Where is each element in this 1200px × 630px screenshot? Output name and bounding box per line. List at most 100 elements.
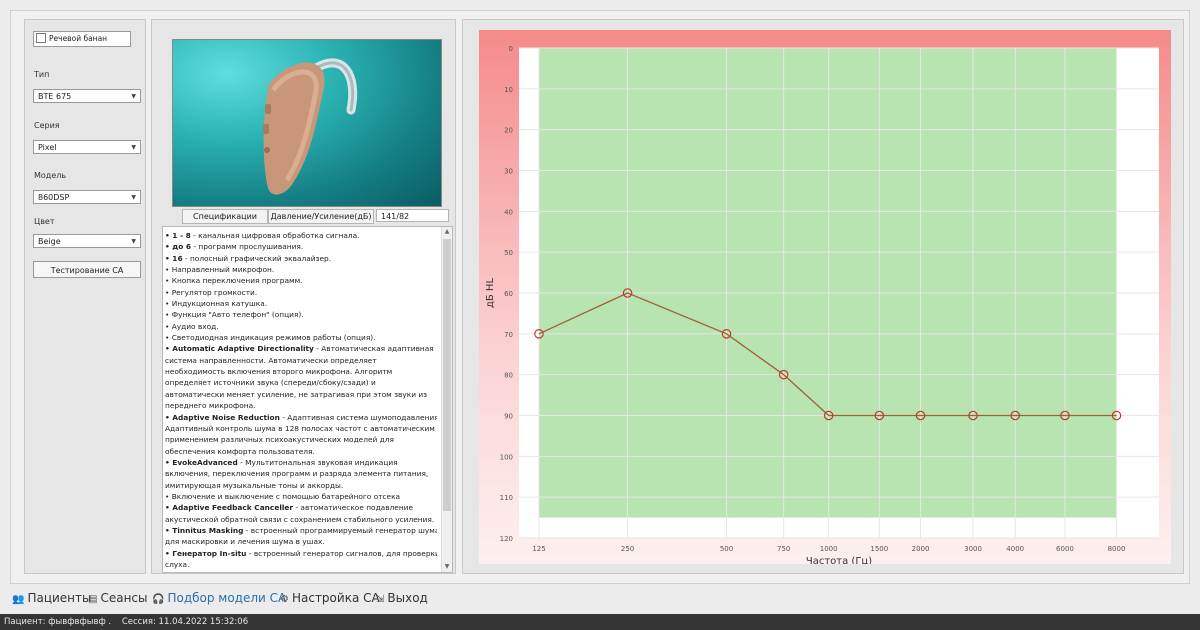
spec-line: • Функция "Авто телефон" (опция). bbox=[165, 309, 437, 320]
y-tick-label: 50 bbox=[504, 249, 513, 257]
spec-feature-name: • 16 bbox=[165, 253, 183, 263]
scroll-up-icon[interactable]: ▲ bbox=[443, 228, 451, 236]
spec-text: необходимость включения второго микрофон… bbox=[165, 367, 393, 377]
checkbox-box-icon[interactable] bbox=[36, 33, 46, 43]
spec-text: - Автоматическая адаптивная bbox=[313, 344, 434, 354]
scroll-down-icon[interactable]: ▼ bbox=[443, 563, 451, 571]
main-window: Речевой банан Тип BTE 675 ▼ Серия Pixel ▼ … bbox=[10, 10, 1190, 584]
spec-text: • Функция "Авто телефон" (опция). bbox=[165, 310, 304, 320]
test-hearing-aid-button[interactable]: Тестирование СА bbox=[33, 261, 141, 278]
spec-text: имитирующая музыкальные тоны и аккорды. bbox=[165, 480, 344, 490]
spec-feature-name: • Adaptive Noise Reduction bbox=[165, 412, 280, 422]
spec-line: определяет источники звука (спереди/сбок… bbox=[165, 377, 437, 388]
spec-text: - встроенный программируемый генератор ш… bbox=[243, 525, 437, 535]
spec-line: включения, переключения программ и разря… bbox=[165, 468, 437, 479]
spec-text: для маскировки и лечения шума в ушах. bbox=[165, 537, 325, 547]
model-select[interactable]: 860DSP ▼ bbox=[33, 190, 141, 204]
x-tick-label: 2000 bbox=[912, 545, 930, 553]
chevron-down-icon: ▼ bbox=[131, 194, 136, 201]
nav-exit[interactable]: ⇲ Выход bbox=[376, 588, 428, 610]
series-select[interactable]: Pixel ▼ bbox=[33, 140, 141, 154]
y-tick-label: 10 bbox=[504, 86, 513, 94]
spec-text: система направленности. Автоматически оп… bbox=[165, 355, 377, 365]
nav-model-selection[interactable]: 🎧 Подбор модели СА bbox=[152, 588, 286, 610]
audiogram-svg: 0 10 20 30 40 50 60 70 80 90 100 110 120 125 250 500 750… bbox=[479, 30, 1171, 567]
spec-line: • Кнопка переключения программ. bbox=[165, 275, 437, 286]
nav-sessions[interactable]: ▤ Сеансы bbox=[88, 588, 148, 610]
spec-line: • Светодиодная индикация режимов работы … bbox=[165, 332, 437, 343]
spec-text: включения, переключения программ и разря… bbox=[165, 469, 429, 479]
spec-line: • Регулятор громкости. bbox=[165, 287, 437, 298]
vertical-scrollbar[interactable]: ▲ ▼ bbox=[441, 227, 452, 572]
spec-text: • Индукционная катушка. bbox=[165, 299, 268, 309]
model-select-value: 860DSP bbox=[38, 193, 70, 202]
x-tick-label: 8000 bbox=[1108, 545, 1126, 553]
spec-text: - автоматическое подавление bbox=[293, 503, 414, 513]
spec-text: - Адаптивная система шумоподавления. bbox=[279, 412, 437, 422]
y-tick-label: 60 bbox=[504, 290, 513, 298]
x-tick-label: 4000 bbox=[1006, 545, 1024, 553]
spec-line: акустической обратной связи с сохранение… bbox=[165, 514, 437, 525]
spec-line: • Включение и выключение с помощью батар… bbox=[165, 491, 437, 502]
color-label: Цвет bbox=[34, 217, 55, 226]
type-select[interactable]: BTE 675 ▼ bbox=[33, 89, 141, 103]
spec-text: слуха. bbox=[165, 559, 190, 569]
spec-line: • Tinnitus Masking - встроенный программ… bbox=[165, 525, 437, 536]
x-tick-label: 3000 bbox=[964, 545, 982, 553]
spec-feature-name: • 1 - 8 bbox=[165, 231, 191, 240]
audiogram-chart: 0 10 20 30 40 50 60 70 80 90 100 110 120 125 250 500 750… bbox=[479, 30, 1171, 567]
spec-line: для маскировки и лечения шума в ушах. bbox=[165, 536, 437, 547]
exit-icon: ⇲ bbox=[376, 594, 385, 605]
spec-line: автоматически меняет усиление, не затраг… bbox=[165, 389, 437, 400]
pressure-gain-value: 141/82 bbox=[376, 209, 449, 222]
x-tick-label: 500 bbox=[720, 545, 733, 553]
spec-line: • Генератор In-situ - встроенный генерат… bbox=[165, 548, 437, 559]
specifications-text: • 1 - 8 - канальная цифровая обработка с… bbox=[165, 230, 437, 570]
speech-bank-checkbox[interactable]: Речевой банан bbox=[33, 31, 131, 47]
spec-text: • Аудио вход. bbox=[165, 321, 219, 331]
spec-line: • Adaptive Feedback Canceller - автомати… bbox=[165, 502, 437, 513]
y-tick-label: 30 bbox=[504, 168, 513, 176]
color-select-value: Beige bbox=[38, 237, 61, 246]
y-tick-label: 0 bbox=[509, 45, 513, 53]
scrollbar-thumb[interactable] bbox=[443, 239, 451, 511]
spec-text: определяет источники звука (спереди/сбок… bbox=[165, 378, 376, 388]
type-select-value: BTE 675 bbox=[38, 92, 72, 101]
spec-text: - встроенный генератор сигналов, для про… bbox=[246, 548, 437, 558]
y-tick-label: 110 bbox=[500, 494, 513, 502]
nav-settings-label: Настройка СА bbox=[291, 591, 380, 605]
color-select[interactable]: Beige ▼ bbox=[33, 234, 141, 248]
series-label: Серия bbox=[34, 121, 60, 130]
spec-text: обеспечения комфорта пользователя. bbox=[165, 446, 315, 456]
y-tick-label: 20 bbox=[504, 127, 513, 135]
spec-feature-name: • Tinnitus Masking bbox=[165, 525, 244, 535]
spec-line: • Аудио вход. bbox=[165, 321, 437, 332]
type-label: Тип bbox=[34, 70, 50, 79]
spec-text: Адаптивный контроль шума в 128 полосах ч… bbox=[165, 423, 435, 433]
specifications-textbox[interactable]: • 1 - 8 - канальная цифровая обработка с… bbox=[162, 226, 453, 573]
status-session: Сессия: 11.04.2022 15:32:06 bbox=[121, 617, 249, 627]
series-select-value: Pixel bbox=[38, 143, 57, 152]
x-tick-label: 6000 bbox=[1056, 545, 1074, 553]
spec-line: система направленности. Автоматически оп… bbox=[165, 355, 437, 366]
spec-text: - полосный графический эквалайзер. bbox=[182, 253, 332, 263]
nav-model-selection-label: Подбор модели СА bbox=[167, 591, 287, 605]
nav-patients[interactable]: 👥 Пациенты bbox=[12, 588, 92, 610]
y-tick-label: 90 bbox=[504, 413, 513, 421]
spec-text: - программ прослушивания. bbox=[191, 242, 304, 252]
nav-settings[interactable]: ⚙ Настройка СА bbox=[280, 588, 380, 610]
tab-pressure-gain[interactable]: Давление/Усиление(дБ) bbox=[268, 209, 374, 224]
status-bar: Пациент: фывфвфывф . Сессия: 11.04.2022 … bbox=[0, 614, 1200, 630]
spec-text: акустической обратной связи с сохранение… bbox=[165, 514, 435, 524]
spec-line: применением различных психоакустических … bbox=[165, 434, 437, 445]
spec-line: обеспечения комфорта пользователя. bbox=[165, 446, 437, 457]
x-axis-label: Частота (Гц) bbox=[806, 556, 872, 564]
settings-icon: ⚙ bbox=[280, 594, 289, 605]
nav-patients-label: Пациенты bbox=[27, 591, 92, 605]
status-patient: Пациент: фывфвфывф . bbox=[4, 617, 112, 627]
spec-line: • до 6 - программ прослушивания. bbox=[165, 241, 437, 252]
tab-specifications[interactable]: Спецификации bbox=[182, 209, 268, 224]
y-tick-label: 70 bbox=[504, 331, 513, 339]
spec-line: • Индукционная катушка. bbox=[165, 298, 437, 309]
x-tick-label: 1500 bbox=[870, 545, 888, 553]
